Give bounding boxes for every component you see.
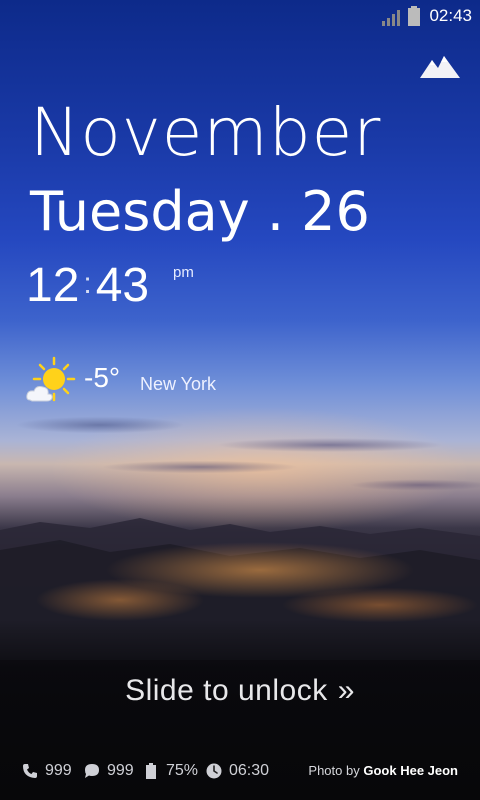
messages[interactable]: 999 <box>84 762 134 780</box>
clock-hours: 12 <box>26 259 80 312</box>
clock-ampm: pm <box>173 264 194 281</box>
clock-separator: : <box>83 267 92 300</box>
weather-temperature: -5° <box>84 362 121 393</box>
photo-credit-author: Gook Hee Jeon <box>363 763 458 778</box>
photo-credit: Photo by Gook Hee Jeon <box>308 763 458 778</box>
clock-minutes: 43 <box>95 259 150 312</box>
mountain-icon[interactable] <box>420 56 460 78</box>
chevron-right-icon: » <box>337 674 355 707</box>
messages-count: 999 <box>107 762 134 779</box>
status-time: 02:43 <box>429 6 472 25</box>
battery-status: 75% <box>146 762 198 780</box>
unlock-label: Slide to unlock <box>125 674 328 707</box>
date-month: November <box>30 94 382 171</box>
weather-city: New York <box>140 374 217 394</box>
battery-small-icon <box>146 763 156 779</box>
notification-bar: 999 999 75% 06:30 Photo by Gook Hee Jeon <box>0 752 480 788</box>
missed-calls-count: 999 <box>45 762 72 779</box>
alarm-status: 06:30 <box>206 762 269 780</box>
photo-credit-prefix: Photo by <box>308 763 360 778</box>
message-icon <box>85 764 99 778</box>
battery-level: 75% <box>166 762 199 779</box>
missed-calls[interactable]: 999 <box>22 762 72 780</box>
date-day: Tuesday . 26 <box>30 180 370 243</box>
alarm-time: 06:30 <box>229 762 270 779</box>
clock-time: 12:43 <box>26 262 149 310</box>
sun-cloud-icon <box>26 356 76 402</box>
phone-icon <box>23 764 37 778</box>
alarm-clock-icon <box>206 763 222 779</box>
slide-to-unlock[interactable]: Slide to unlock » <box>0 674 480 708</box>
status-bar: 02:43 <box>0 0 480 34</box>
signal-icon <box>382 10 400 26</box>
wallpaper-clouds <box>0 395 480 505</box>
battery-icon <box>408 6 420 26</box>
